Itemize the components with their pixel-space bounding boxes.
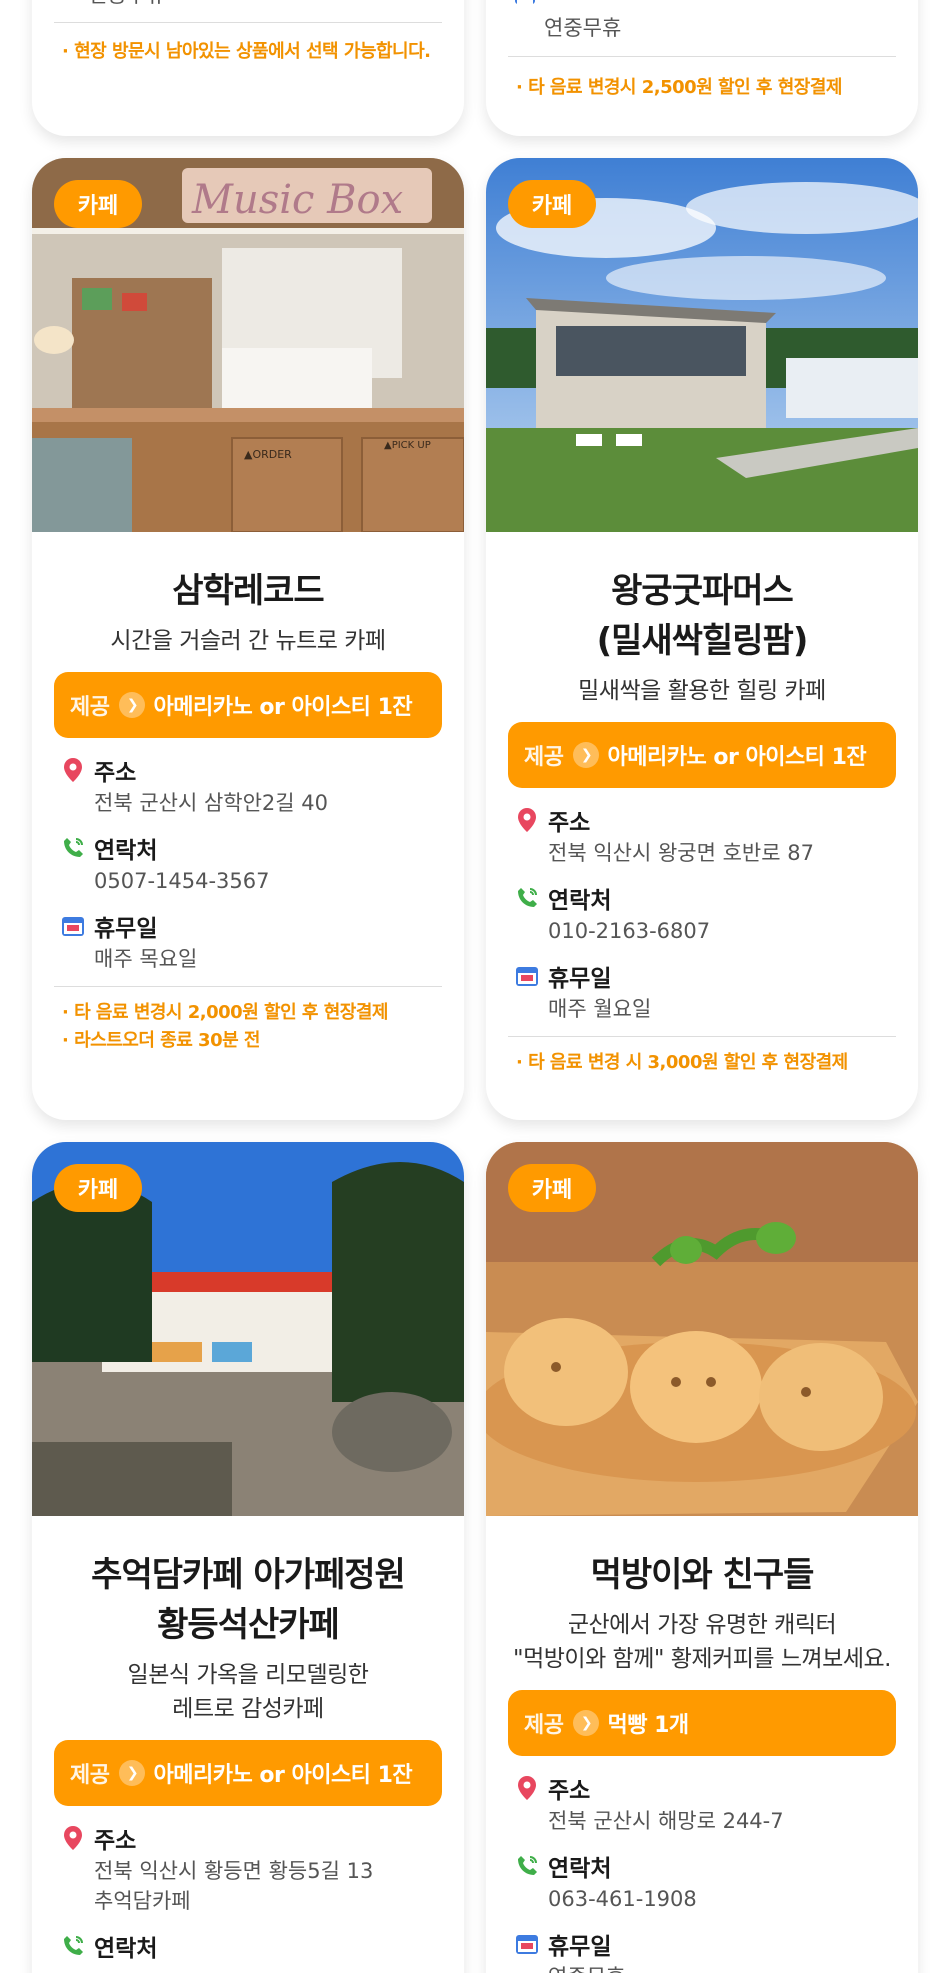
top-card-right: 연중무휴 · 타 음료 변경시 2,500원 할인 후 현장결제	[486, 0, 918, 136]
cafe-title: 추억담카페 아가페정원	[91, 1555, 406, 1595]
offer-value: 먹빵 1개	[607, 1713, 689, 1738]
contact-value[interactable]: 0507-1454-3567	[94, 866, 442, 896]
category-badge: 카페	[508, 180, 596, 228]
chevron-right-icon: ❯	[119, 692, 146, 718]
cafe-subtitle: 레트로 감성카페	[172, 1696, 324, 1722]
offer-box: 제공 ❯ 아메리카노 or 아이스티 1잔	[508, 722, 896, 788]
rest-label: 휴무일	[548, 966, 612, 992]
cafe-photo: 카페	[486, 1142, 918, 1516]
offer-box: 제공 ❯ 아메리카노 or 아이스티 1잔	[54, 1740, 442, 1806]
rest-label: 휴무일	[548, 1934, 612, 1960]
offer-label: 제공	[70, 695, 110, 720]
calendar-icon	[514, 1931, 540, 1957]
calendar-icon	[514, 963, 540, 989]
note: · 현장 방문시 남아있는 상품에서 선택 가능합니다.	[62, 41, 431, 62]
cafe-photo: Music Box ▲ORDER ▲PICK UP 카페	[32, 158, 464, 532]
cafe-title: 삼학레코드	[172, 571, 324, 611]
contact-label: 연락처	[94, 1936, 158, 1962]
rest-value: 매주 목요일	[94, 947, 198, 971]
rest-value: 연중무휴	[548, 1962, 896, 1973]
offer-value: 아메리카노 or 아이스티 1잔	[153, 1763, 413, 1788]
calendar-icon	[514, 0, 536, 8]
category-badge: 카페	[54, 180, 142, 228]
cafe-subtitle: 밀새싹을 활용한 힐링 카페	[578, 678, 826, 704]
chevron-right-icon: ❯	[573, 742, 600, 768]
address-label: 주소	[548, 810, 591, 836]
cafe-title: 왕궁굿파머스	[611, 571, 794, 611]
offer-box: 제공 ❯ 아메리카노 or 아이스티 1잔	[54, 672, 442, 738]
category-badge: 카페	[54, 1164, 142, 1212]
note: · 타 음료 변경시 2,000원 할인 후 현장결제	[62, 1002, 388, 1023]
cafe-photo: 카페	[486, 158, 918, 532]
cafe-card-wanggung-good-farmers[interactable]: 카페 왕궁굿파머스 (밀새싹힐링팜) 밀새싹을 활용한 힐링 카페 제공 ❯ 아…	[486, 158, 918, 1120]
divider	[508, 1036, 896, 1037]
address-label: 주소	[548, 1778, 591, 1804]
divider	[54, 986, 442, 987]
chevron-right-icon: ❯	[119, 1760, 146, 1786]
note: · 타 음료 변경 시 3,000원 할인 후 현장결제	[516, 1052, 848, 1073]
rest-value: 매주 월요일	[548, 997, 652, 1021]
location-pin-icon	[514, 807, 540, 833]
calendar-icon	[60, 913, 86, 939]
top-card-left-partial: 연중무휴	[88, 0, 165, 14]
category-badge: 카페	[508, 1164, 596, 1212]
offer-label: 제공	[70, 1763, 110, 1788]
location-pin-icon	[60, 757, 86, 783]
address-label: 주소	[94, 1828, 137, 1854]
offer-label: 제공	[524, 1713, 564, 1738]
cafe-title: 먹방이와 친구들	[590, 1555, 815, 1595]
phone-icon	[514, 885, 540, 911]
cafe-subtitle: 일본식 가옥을 리모델링한	[127, 1662, 369, 1688]
cafe-card-mukbangi[interactable]: 카페 먹방이와 친구들 군산에서 가장 유명한 캐릭터 "먹방이와 함께" 황제…	[486, 1142, 918, 1973]
svg-text:Music Box: Music Box	[191, 177, 403, 223]
note: · 라스트오더 종료 30분 전	[62, 1030, 261, 1051]
location-pin-icon	[60, 1825, 86, 1851]
address-value: 추억담카페	[94, 1889, 191, 1913]
contact-label: 연락처	[548, 1856, 612, 1882]
phone-icon	[60, 1933, 86, 1959]
cafe-subtitle: 군산에서 가장 유명한 캐릭터	[567, 1612, 837, 1638]
address-value: 전북 익산시 왕궁면 호반로 87	[548, 841, 814, 865]
contact-value[interactable]: 063-461-1908	[548, 1884, 896, 1914]
contact-label: 연락처	[94, 838, 158, 864]
top-card-left: 연중무휴 · 현장 방문시 남아있는 상품에서 선택 가능합니다.	[32, 0, 464, 136]
phone-icon	[60, 835, 86, 861]
svg-text:▲ORDER: ▲ORDER	[244, 448, 292, 461]
address-value: 전북 군산시 삼학안2길 40	[94, 791, 328, 815]
cafe-subtitle: 시간을 거슬러 간 뉴트로 카페	[110, 628, 386, 654]
cafe-subtitle: "먹방이와 함께" 황제커피를 느껴보세요.	[513, 1646, 891, 1672]
offer-box: 제공 ❯ 먹빵 1개	[508, 1690, 896, 1756]
contact-label: 연락처	[548, 888, 612, 914]
cafe-title: (밀새싹힐링팜)	[596, 621, 809, 661]
chevron-right-icon: ❯	[573, 1710, 600, 1736]
phone-icon	[514, 1853, 540, 1879]
divider	[54, 22, 442, 23]
address-value: 전북 군산시 해망로 244-7	[548, 1809, 784, 1833]
rest-value: 연중무휴	[544, 16, 622, 40]
offer-value: 아메리카노 or 아이스티 1잔	[607, 745, 867, 770]
location-pin-icon	[514, 1775, 540, 1801]
cafe-photo: 카페	[32, 1142, 464, 1516]
svg-text:▲PICK UP: ▲PICK UP	[384, 440, 431, 451]
address-value: 전북 익산시 황등면 황등5길 13	[94, 1859, 374, 1883]
offer-label: 제공	[524, 745, 564, 770]
cafe-card-samhak-record[interactable]: Music Box ▲ORDER ▲PICK UP 카페 삼학레코드 시간을 거…	[32, 158, 464, 1120]
note: · 타 음료 변경시 2,500원 할인 후 현장결제	[516, 77, 842, 98]
divider	[508, 56, 896, 57]
contact-value[interactable]: 010-2163-6807	[548, 916, 896, 946]
rest-label: 휴무일	[94, 916, 158, 942]
address-label: 주소	[94, 760, 137, 786]
offer-value: 아메리카노 or 아이스티 1잔	[153, 695, 413, 720]
cafe-card-chueokdam[interactable]: 카페 추억담카페 아가페정원 황등석산카페 일본식 가옥을 리모델링한 레트로 …	[32, 1142, 464, 1973]
cafe-title: 황등석산카페	[157, 1605, 340, 1645]
